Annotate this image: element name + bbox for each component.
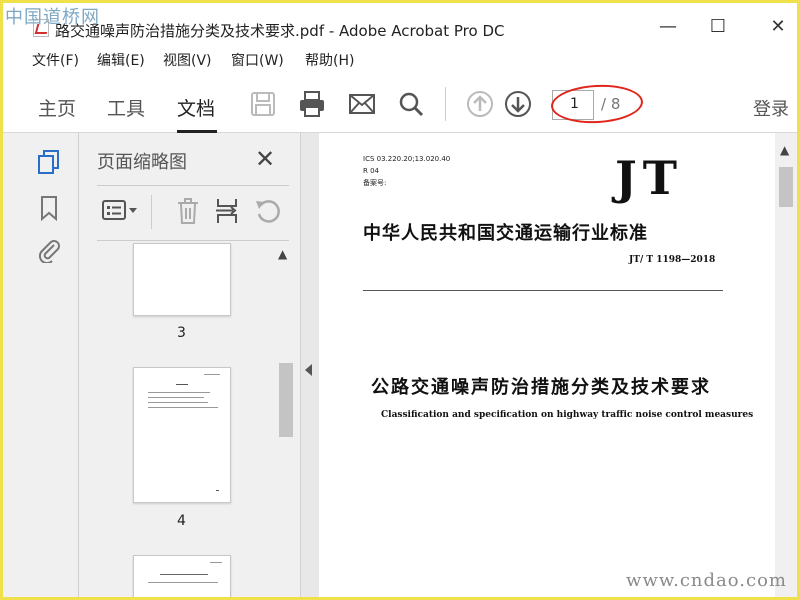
attachment-icon[interactable] — [37, 237, 61, 263]
scroll-up-arrow[interactable]: ▲ — [278, 247, 287, 261]
document-title-en: Classification and specification on high… — [381, 410, 754, 420]
ics-line: R 04 — [363, 167, 379, 175]
tab-home[interactable]: 主页 — [38, 94, 76, 121]
ics-code-block: ICS 03.220.20;13.020.40 R 04 备案号: — [363, 153, 450, 189]
page-thumbnail-label: 4 — [177, 513, 186, 529]
menu-file[interactable]: 文件(F) — [32, 50, 79, 70]
app-window: 路交通噪声防治措施分类及技术要求.pdf - Adobe Acrobat Pro… — [3, 3, 797, 597]
close-button[interactable]: ✕ — [763, 15, 793, 39]
page-thumbnail[interactable] — [133, 555, 231, 597]
maximize-button[interactable]: ☐ — [703, 15, 733, 39]
thumbnails-panel-title: 页面缩略图 — [97, 152, 187, 173]
minimize-button[interactable]: — — [653, 15, 683, 39]
delete-icon[interactable] — [173, 196, 203, 226]
ics-line: ICS 03.220.20;13.020.40 — [363, 155, 451, 163]
navigation-rail — [3, 133, 79, 597]
page-thumbnails-icon[interactable] — [37, 149, 61, 175]
doc-scroll-up-arrow[interactable]: ▲ — [780, 143, 789, 157]
menu-view[interactable]: 视图(V) — [163, 50, 212, 70]
document-view: ICS 03.220.20;13.020.40 R 04 备案号: JT 中华人… — [319, 133, 797, 597]
login-button[interactable]: 登录 — [753, 95, 789, 121]
panel-divider — [97, 185, 289, 186]
toolbar: 主页 工具 文档 1 / 8 登录 — [3, 75, 797, 133]
menu-edit[interactable]: 编辑(E) — [97, 50, 145, 70]
menu-bar: 文件(F) 编辑(E) 视图(V) 窗口(W) 帮助(H) — [3, 47, 797, 71]
bookmark-icon[interactable] — [37, 195, 61, 221]
header-rule — [363, 290, 723, 291]
page-thumbnail[interactable] — [133, 243, 231, 316]
page-up-icon[interactable] — [465, 89, 495, 119]
tab-tools[interactable]: 工具 — [107, 94, 145, 121]
watermark-top: 中国道桥网 — [5, 7, 100, 28]
page-thumbnail[interactable] — [133, 367, 231, 503]
document-scrollbar-thumb[interactable] — [779, 167, 793, 207]
toolbar-separator — [445, 87, 446, 121]
title-bar: 路交通噪声防治措施分类及技术要求.pdf - Adobe Acrobat Pro… — [3, 3, 797, 43]
ics-line: 备案号: — [363, 179, 387, 187]
standard-number: JT/ T 1198—2018 — [629, 255, 716, 265]
email-icon[interactable] — [347, 89, 377, 119]
window-title: 路交通噪声防治措施分类及技术要求.pdf - Adobe Acrobat Pro… — [55, 22, 505, 40]
collapse-arrow-icon[interactable] — [305, 364, 312, 376]
panel-divider — [97, 240, 289, 241]
watermark-bottom: www.cndao.com — [626, 570, 787, 591]
panel-tool-separator — [151, 195, 152, 229]
options-menu-icon[interactable] — [101, 196, 137, 226]
page-thumbnail-label: 3 — [177, 325, 186, 341]
jt-logo: JT — [615, 151, 683, 205]
close-panel-icon[interactable]: ✕ — [255, 145, 275, 173]
thumbnails-scrollbar-thumb[interactable] — [279, 363, 293, 437]
document-title-cn: 公路交通噪声防治措施分类及技术要求 — [371, 377, 711, 398]
insert-page-icon[interactable] — [213, 196, 243, 226]
page-down-icon[interactable] — [503, 89, 533, 119]
save-icon[interactable] — [248, 89, 278, 119]
pdf-page: ICS 03.220.20;13.020.40 R 04 备案号: JT 中华人… — [319, 133, 773, 597]
menu-help[interactable]: 帮助(H) — [305, 50, 354, 70]
tab-document[interactable]: 文档 — [177, 94, 215, 121]
search-icon[interactable] — [396, 89, 426, 119]
menu-window[interactable]: 窗口(W) — [231, 50, 284, 70]
rotate-icon[interactable] — [253, 196, 283, 226]
thumbnails-panel: 页面缩略图 ✕ ▲ 3 4 — [79, 133, 301, 597]
standard-category-title: 中华人民共和国交通运输行业标准 — [363, 223, 648, 244]
print-icon[interactable] — [297, 89, 327, 119]
